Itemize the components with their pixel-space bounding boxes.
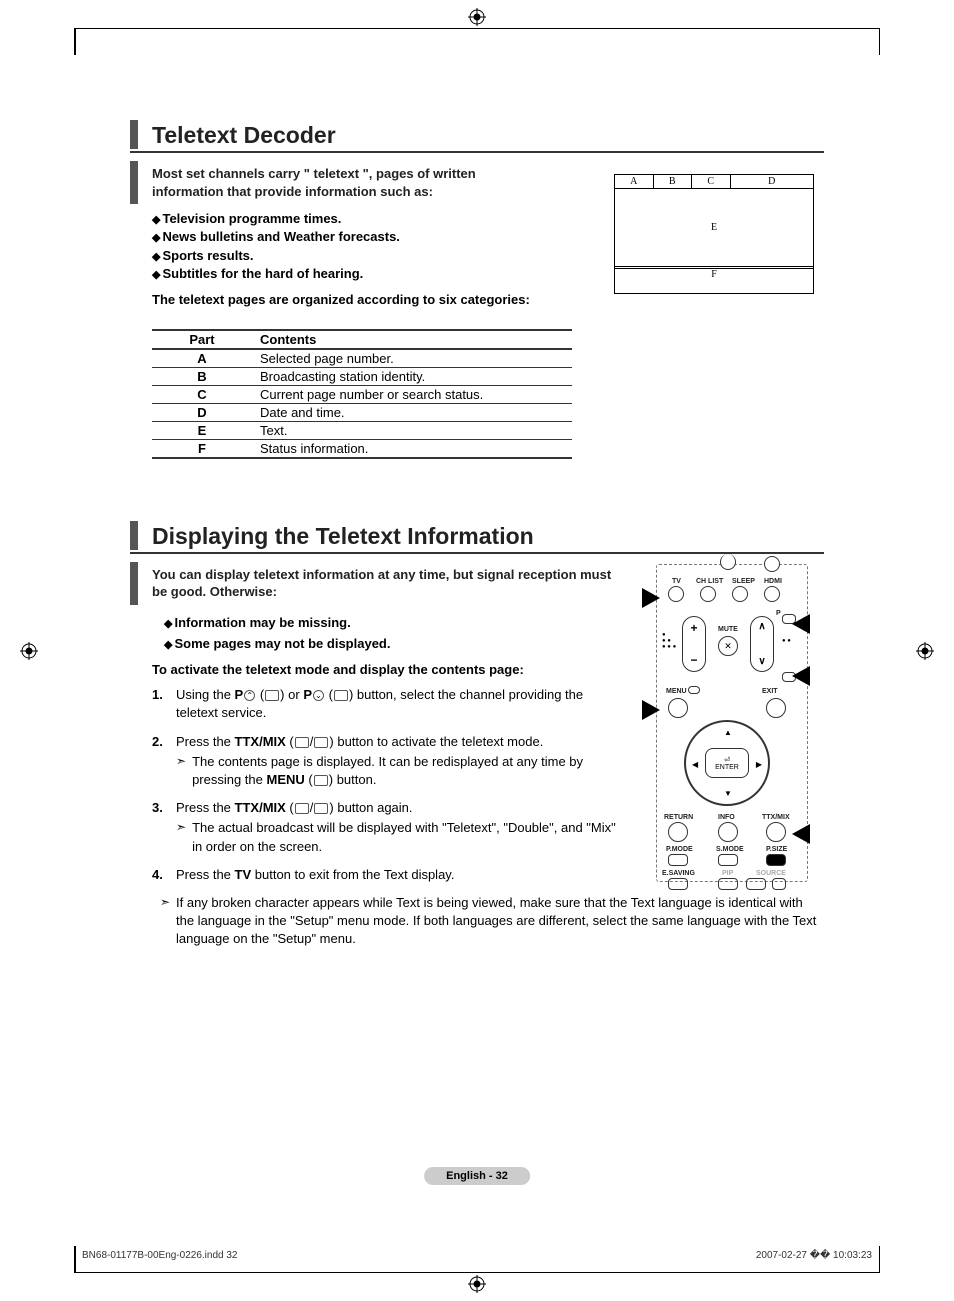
up-icon: ⌃ bbox=[244, 690, 255, 701]
remote-label-tv: TV bbox=[672, 578, 681, 585]
section-heading-displaying-teletext: Displaying the Teletext Information bbox=[130, 521, 824, 554]
remote-pip-button bbox=[718, 878, 738, 890]
teletext-parts-table: Part Contents ASelected page number. BBr… bbox=[152, 329, 572, 459]
remote-hdmi-button bbox=[764, 586, 780, 602]
ttx-icon bbox=[295, 803, 309, 814]
remote-esaving-button bbox=[668, 878, 688, 890]
step-2: Press the TTX/MIX (/) button to activate… bbox=[152, 733, 628, 790]
diagram-region-e: E bbox=[615, 189, 813, 267]
remote-tv-button bbox=[668, 586, 684, 602]
indicator-arrow-icon bbox=[792, 614, 810, 634]
remote-sleep-button bbox=[732, 586, 748, 602]
remote-button bbox=[772, 878, 786, 890]
table-row: DDate and time. bbox=[152, 403, 572, 421]
remote-icon bbox=[334, 690, 348, 701]
remote-label-chlist: CH LIST bbox=[696, 578, 723, 585]
indicator-arrow-icon bbox=[642, 700, 660, 720]
indicator-arrow-icon bbox=[792, 824, 810, 844]
steps-list: Using the P⌃ () or P⌄ () button, select … bbox=[152, 686, 628, 884]
diagram-region-a: A bbox=[615, 175, 654, 188]
remote-psize-button bbox=[766, 854, 786, 866]
remote-label-pmode: P.MODE bbox=[666, 846, 693, 853]
remote-dpad: ▲ ▼ ◀ ▶ ⏎ENTER bbox=[684, 720, 770, 806]
indicator-arrow-icon bbox=[642, 588, 660, 608]
section-title: Teletext Decoder bbox=[152, 120, 336, 149]
remote-label-info: INFO bbox=[718, 814, 735, 821]
table-header-part: Part bbox=[152, 330, 252, 349]
remote-label-psize: P.SIZE bbox=[766, 846, 787, 853]
remote-ttxmix-button bbox=[766, 822, 786, 842]
table-row: ASelected page number. bbox=[152, 349, 572, 368]
remote-label-hdmi: HDMI bbox=[764, 578, 782, 585]
registration-mark-icon bbox=[468, 1275, 486, 1293]
registration-mark-icon bbox=[468, 8, 486, 26]
footer-filename: BN68-01177B-00Eng-0226.indd 32 bbox=[82, 1250, 238, 1261]
remote-info-button bbox=[718, 822, 738, 842]
remote-label-sleep: SLEEP bbox=[732, 578, 755, 585]
remote-label-pip: PIP bbox=[722, 870, 733, 877]
remote-label-p: P bbox=[776, 610, 781, 617]
remote-label-mute: MUTE bbox=[718, 626, 738, 633]
remote-menu-button bbox=[668, 698, 688, 718]
down-icon: ⌄ bbox=[313, 690, 324, 701]
remote-enter-button: ⏎ENTER bbox=[705, 748, 749, 778]
section-intro: Most set channels carry " teletext ", pa… bbox=[152, 161, 532, 204]
step-1: Using the P⌃ () or P⌄ () button, select … bbox=[152, 686, 628, 722]
remote-control-diagram: TV CH LIST SLEEP HDMI +− ∧∨ P ✕ MUTE ●● … bbox=[632, 558, 822, 888]
table-row: FStatus information. bbox=[152, 439, 572, 458]
page-number-pill: English - 32 bbox=[424, 1167, 530, 1185]
menu-icon bbox=[314, 775, 328, 786]
remote-icon bbox=[265, 690, 279, 701]
registration-mark-icon bbox=[20, 642, 38, 660]
diagram-region-b: B bbox=[654, 175, 693, 188]
remote-return-button bbox=[668, 822, 688, 842]
remote-chlist-button bbox=[700, 586, 716, 602]
remote-mute-button: ✕ bbox=[718, 636, 738, 656]
teletext-layout-diagram: A B C D E F bbox=[614, 174, 814, 294]
remote-label-menu: MENU bbox=[666, 688, 687, 695]
remote-smode-button bbox=[718, 854, 738, 866]
diagram-region-d: D bbox=[731, 175, 814, 188]
section-intro: You can display teletext information at … bbox=[152, 562, 622, 605]
footer-timestamp: 2007-02-27 �� 10:03:23 bbox=[756, 1250, 872, 1261]
remote-label-smode: S.MODE bbox=[716, 846, 744, 853]
mix-icon bbox=[314, 737, 328, 748]
remote-label-source: SOURCE bbox=[756, 870, 786, 877]
diagram-region-c: C bbox=[692, 175, 731, 188]
diagram-region-f: F bbox=[615, 266, 813, 280]
table-header-contents: Contents bbox=[252, 330, 572, 349]
step-3: Press the TTX/MIX (/) button again. The … bbox=[152, 799, 628, 856]
section-heading-teletext-decoder: Teletext Decoder bbox=[130, 120, 824, 153]
table-row: EText. bbox=[152, 421, 572, 439]
remote-channel-rocker: ∧∨ bbox=[750, 616, 774, 672]
remote-pmode-button bbox=[668, 854, 688, 866]
ttx-icon bbox=[295, 737, 309, 748]
table-row: BBroadcasting station identity. bbox=[152, 367, 572, 385]
remote-label-esaving: E.SAVING bbox=[662, 870, 695, 877]
remote-exit-button bbox=[766, 698, 786, 718]
mix-icon bbox=[314, 803, 328, 814]
remote-label-return: RETURN bbox=[664, 814, 693, 821]
section-title: Displaying the Teletext Information bbox=[152, 521, 534, 550]
remote-icon bbox=[688, 686, 700, 694]
remote-label-exit: EXIT bbox=[762, 688, 778, 695]
remote-label-ttxmix: TTX/MIX bbox=[762, 814, 790, 821]
step-4: Press the TV button to exit from the Tex… bbox=[152, 866, 628, 884]
language-note: If any broken character appears while Te… bbox=[152, 894, 824, 949]
table-row: CCurrent page number or search status. bbox=[152, 385, 572, 403]
remote-volume-rocker: +− bbox=[682, 616, 706, 672]
indicator-arrow-icon bbox=[792, 666, 810, 686]
registration-mark-icon bbox=[916, 642, 934, 660]
remote-source-button bbox=[746, 878, 766, 890]
